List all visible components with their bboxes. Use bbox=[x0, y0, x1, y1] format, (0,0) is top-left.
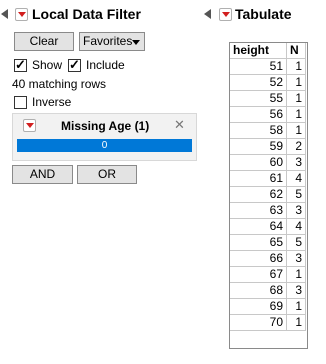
favorites-dropdown[interactable]: Favorites bbox=[79, 32, 145, 51]
count-cell: 1 bbox=[286, 122, 306, 139]
table-row: 70 1 bbox=[229, 314, 306, 331]
table-row: 65 5 bbox=[229, 234, 306, 251]
and-button[interactable]: AND bbox=[12, 165, 73, 184]
table-row: 68 3 bbox=[229, 282, 306, 299]
table-row: 60 3 bbox=[229, 154, 306, 171]
table-row: 64 4 bbox=[229, 218, 306, 235]
count-cell: 5 bbox=[286, 186, 306, 203]
filter-panel-title: Missing Age (1) bbox=[61, 119, 150, 133]
count-cell: 4 bbox=[286, 170, 306, 187]
inverse-label: Inverse bbox=[32, 95, 72, 109]
count-cell: 5 bbox=[286, 234, 306, 251]
count-cell: 3 bbox=[286, 202, 306, 219]
clear-button[interactable]: Clear bbox=[14, 32, 74, 51]
height-cell: 56 bbox=[229, 106, 287, 123]
count-cell: 4 bbox=[286, 218, 306, 235]
column-header-n: N bbox=[286, 42, 306, 59]
height-cell: 64 bbox=[229, 218, 287, 235]
height-cell: 70 bbox=[229, 314, 287, 331]
count-cell: 1 bbox=[286, 74, 306, 91]
chevron-down-icon bbox=[132, 40, 140, 45]
height-cell: 61 bbox=[229, 170, 287, 187]
close-icon[interactable]: ✕ bbox=[174, 117, 185, 133]
table-row: 56 1 bbox=[229, 106, 306, 123]
table-row: 61 4 bbox=[229, 170, 306, 187]
tabulate-title: Tabulate bbox=[235, 6, 292, 22]
count-cell: 3 bbox=[286, 250, 306, 267]
count-cell: 1 bbox=[286, 106, 306, 123]
height-cell: 55 bbox=[229, 90, 287, 107]
height-cell: 52 bbox=[229, 74, 287, 91]
height-cell: 60 bbox=[229, 154, 287, 171]
table-row: 63 3 bbox=[229, 202, 306, 219]
table-row: 55 1 bbox=[229, 90, 306, 107]
table-row: 51 1 bbox=[229, 58, 306, 75]
count-cell: 1 bbox=[286, 298, 306, 315]
matching-rows-text: 40 matching rows bbox=[12, 77, 107, 91]
count-cell: 3 bbox=[286, 282, 306, 299]
tabulate-table: height N 51 1 52 1 55 1 56 1 58 1 59 2 60 3 61 4 62 5 63 3 6… bbox=[229, 42, 306, 331]
count-cell: 3 bbox=[286, 154, 306, 171]
table-row: 59 2 bbox=[229, 138, 306, 155]
filter-menu-icon[interactable] bbox=[15, 8, 28, 21]
count-cell: 1 bbox=[286, 90, 306, 107]
favorites-label: Favorites bbox=[83, 34, 133, 48]
height-cell: 66 bbox=[229, 250, 287, 267]
height-cell: 65 bbox=[229, 234, 287, 251]
count-cell: 1 bbox=[286, 314, 306, 331]
tabulate-collapse-icon[interactable] bbox=[204, 9, 211, 19]
column-header-height: height bbox=[229, 42, 287, 59]
table-row: 62 5 bbox=[229, 186, 306, 203]
table-row: 69 1 bbox=[229, 298, 306, 315]
show-checkbox[interactable] bbox=[14, 57, 27, 73]
height-cell: 63 bbox=[229, 202, 287, 219]
show-label: Show bbox=[32, 58, 63, 72]
include-checkbox[interactable] bbox=[68, 57, 81, 73]
count-cell: 1 bbox=[286, 58, 306, 75]
table-row: 58 1 bbox=[229, 122, 306, 139]
filter-level-bar[interactable]: 0 bbox=[17, 139, 192, 152]
table-row: 66 3 bbox=[229, 250, 306, 267]
include-label: Include bbox=[86, 58, 125, 72]
table-row: 52 1 bbox=[229, 74, 306, 91]
count-cell: 1 bbox=[286, 266, 306, 283]
height-cell: 67 bbox=[229, 266, 287, 283]
height-cell: 51 bbox=[229, 58, 287, 75]
collapse-icon[interactable] bbox=[1, 9, 8, 19]
height-cell: 68 bbox=[229, 282, 287, 299]
count-cell: 2 bbox=[286, 138, 306, 155]
filter-title: Local Data Filter bbox=[32, 6, 141, 22]
height-cell: 69 bbox=[229, 298, 287, 315]
tabulate-menu-icon[interactable] bbox=[219, 8, 232, 21]
or-button[interactable]: OR bbox=[77, 165, 137, 184]
height-cell: 59 bbox=[229, 138, 287, 155]
table-row: 67 1 bbox=[229, 266, 306, 283]
height-cell: 62 bbox=[229, 186, 287, 203]
height-cell: 58 bbox=[229, 122, 287, 139]
filter-panel-menu-icon[interactable] bbox=[23, 119, 36, 132]
inverse-checkbox[interactable] bbox=[14, 96, 27, 109]
